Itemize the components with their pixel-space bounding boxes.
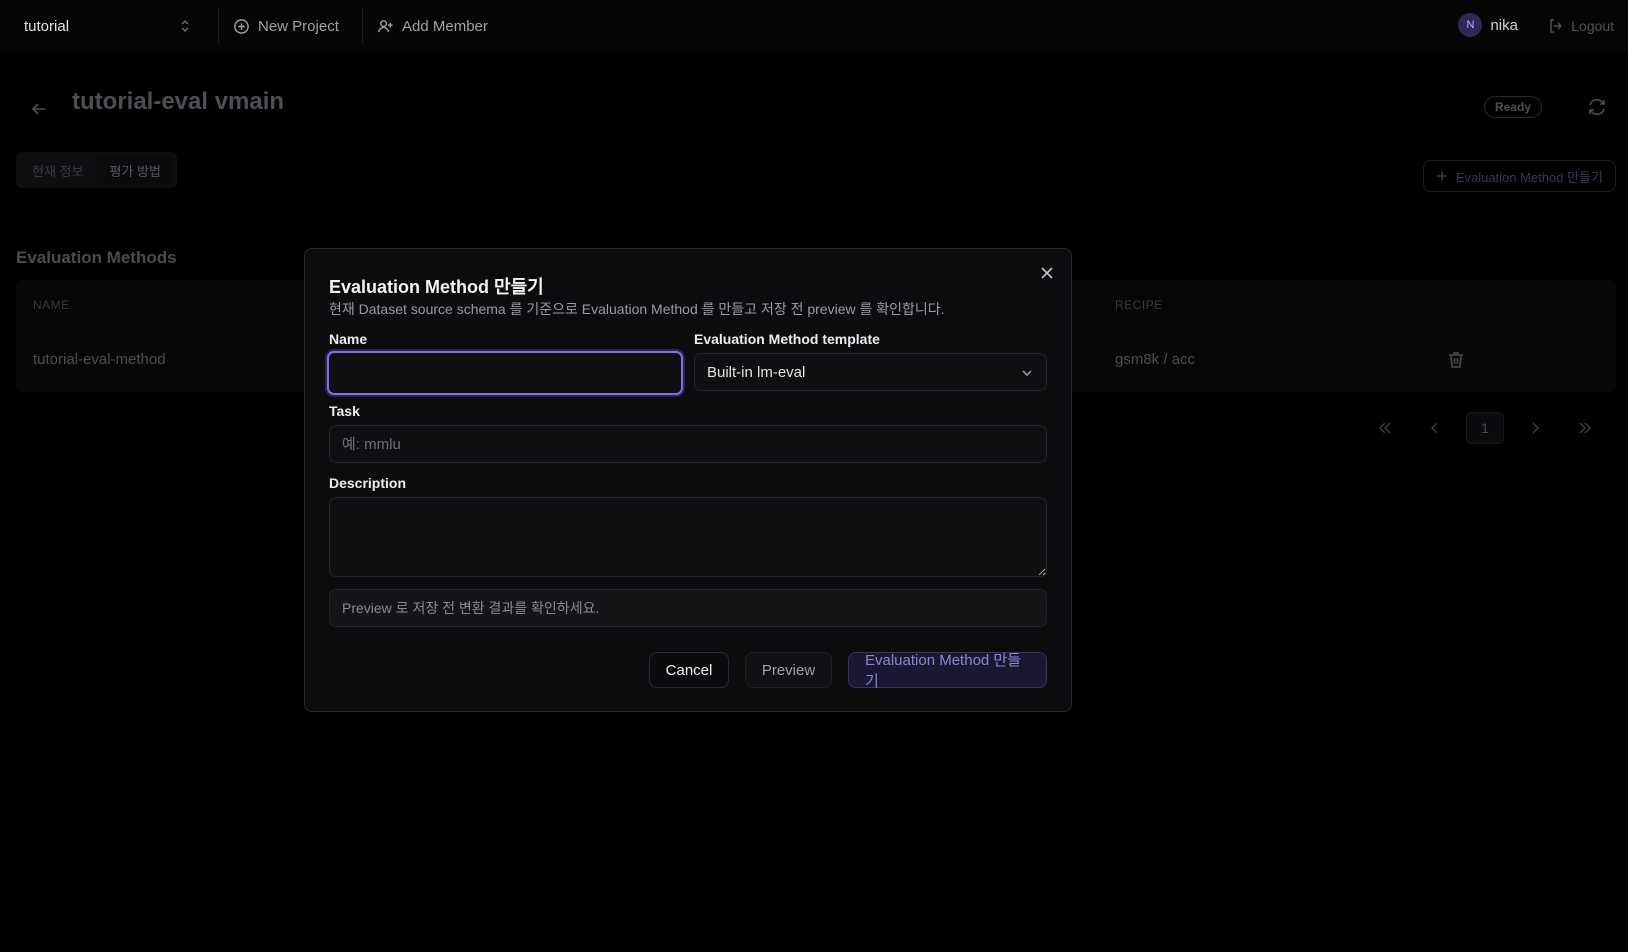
preview-hint: Preview 로 저장 전 변환 결과를 확인하세요. xyxy=(329,589,1047,627)
chevron-down-icon xyxy=(1022,370,1032,377)
table-row-recipe: gsm8k / acc xyxy=(1115,351,1196,368)
page-number[interactable]: 1 xyxy=(1466,412,1504,444)
chevron-right-icon xyxy=(1532,422,1540,434)
plus-circle-icon xyxy=(234,18,249,34)
template-select[interactable]: Built-in lm-eval xyxy=(694,353,1047,391)
user-plus-icon xyxy=(378,19,393,32)
user-name: nika xyxy=(1490,16,1518,34)
add-member-label: Add Member xyxy=(402,17,488,35)
page-title: tutorial-eval vmain xyxy=(72,88,285,115)
arrow-left-icon[interactable] xyxy=(30,100,48,118)
description-textarea[interactable] xyxy=(329,497,1047,577)
submit-button[interactable]: Evaluation Method 만들기 xyxy=(848,652,1047,690)
table-row-name[interactable]: tutorial-eval-method xyxy=(33,351,166,368)
tab-list: 현재 정보 평가 방법 xyxy=(16,152,177,188)
avatar: N xyxy=(1458,13,1483,37)
top-bar: tutorial New Project Add Member N nika L… xyxy=(0,0,1628,52)
project-selector[interactable]: tutorial xyxy=(14,8,200,44)
chevrons-left-icon xyxy=(1378,422,1391,434)
column-header-recipe: RECIPE xyxy=(1115,298,1163,312)
project-selector-label: tutorial xyxy=(24,17,70,35)
last-page-button[interactable] xyxy=(1566,412,1604,444)
create-evaluation-method-button[interactable]: Evaluation Method 만들기 xyxy=(1422,160,1616,192)
plus-icon xyxy=(1436,171,1447,181)
close-icon[interactable] xyxy=(1039,265,1055,281)
dialog-title: Evaluation Method 만들기 xyxy=(329,277,544,297)
logout-icon xyxy=(1550,19,1563,33)
refresh-icon[interactable] xyxy=(1586,96,1608,118)
name-label: Name xyxy=(329,331,368,347)
status-badge: Ready xyxy=(1483,96,1542,118)
name-input[interactable] xyxy=(327,351,683,395)
column-header-name: NAME xyxy=(33,298,70,312)
trash-icon[interactable] xyxy=(1448,351,1464,369)
create-evaluation-method-label: Evaluation Method 만들기 xyxy=(1455,169,1603,185)
next-page-button[interactable] xyxy=(1516,412,1554,444)
task-input[interactable] xyxy=(329,425,1047,463)
chevron-left-icon xyxy=(1430,422,1438,434)
logout-button[interactable]: Logout xyxy=(1548,8,1614,44)
new-project-button[interactable]: New Project xyxy=(218,8,353,44)
preview-button[interactable]: Preview xyxy=(745,652,832,688)
new-project-label: New Project xyxy=(258,17,339,35)
section-title: Evaluation Methods xyxy=(16,248,177,267)
chevron-up-down-icon xyxy=(181,19,189,33)
template-select-value: Built-in lm-eval xyxy=(707,363,806,381)
tab-evaluation-methods[interactable]: 평가 방법 xyxy=(97,156,173,184)
dialog-description: 현재 Dataset source schema 를 기준으로 Evaluati… xyxy=(329,301,945,317)
task-label: Task xyxy=(329,403,360,419)
first-page-button[interactable] xyxy=(1366,412,1404,444)
user-menu[interactable]: N nika xyxy=(1458,13,1518,37)
cancel-button[interactable]: Cancel xyxy=(649,652,729,688)
tab-current-info[interactable]: 현재 정보 xyxy=(20,156,95,184)
chevrons-right-icon xyxy=(1579,422,1592,434)
add-member-button[interactable]: Add Member xyxy=(362,8,502,44)
logout-label: Logout xyxy=(1571,18,1614,34)
previous-page-button[interactable] xyxy=(1416,412,1454,444)
create-evaluation-method-dialog: Evaluation Method 만들기 현재 Dataset source … xyxy=(304,248,1072,712)
description-label: Description xyxy=(329,475,407,491)
template-label: Evaluation Method template xyxy=(694,331,880,347)
pagination: 1 xyxy=(1366,412,1604,444)
